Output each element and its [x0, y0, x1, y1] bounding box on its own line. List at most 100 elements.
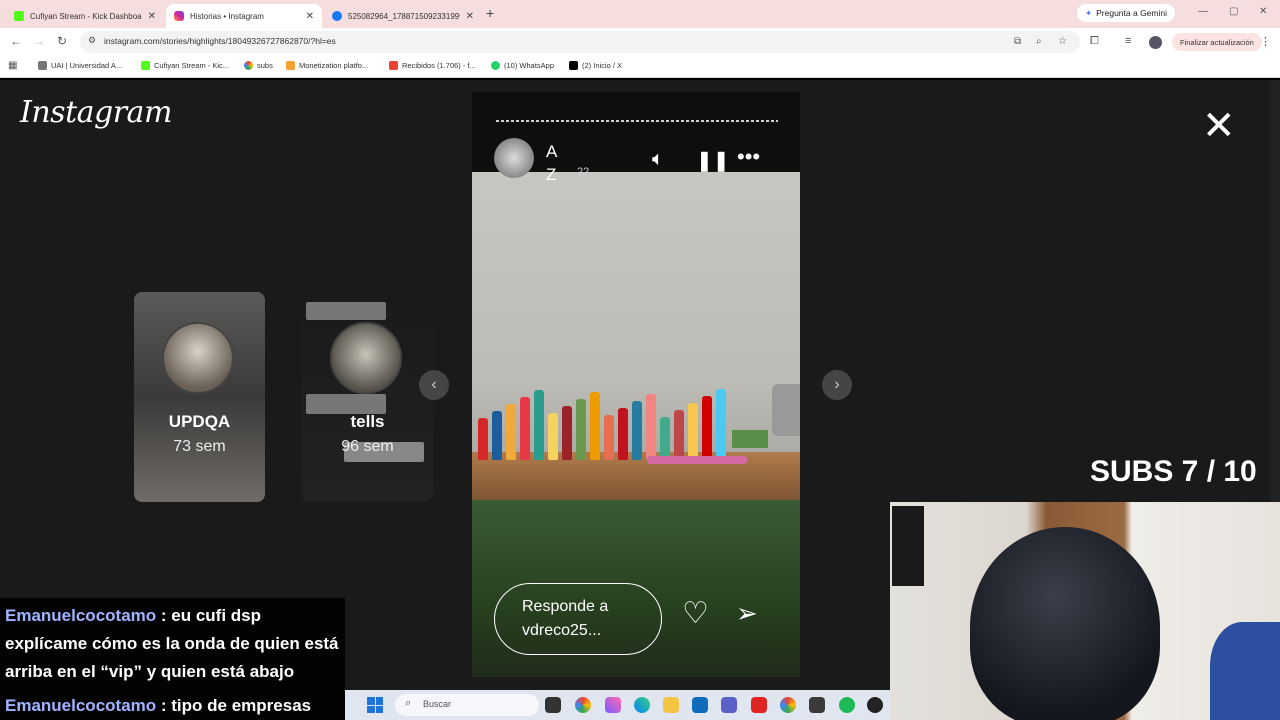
extensions-icon[interactable]: ⧠ [1090, 35, 1099, 48]
close-window-icon[interactable]: ✕ [1259, 6, 1267, 17]
site-info-icon[interactable]: ⚙ [88, 35, 96, 46]
chat-username: Emanuelcocotamo [5, 606, 157, 625]
bookmark-x[interactable]: (2) Inicio / X [569, 61, 622, 70]
kick-icon [14, 11, 24, 21]
app-icon[interactable] [751, 697, 767, 713]
profile-avatar[interactable] [1149, 36, 1162, 49]
previous-story-arrow-icon[interactable]: ‹ [419, 370, 449, 400]
next-story-arrow-icon[interactable]: › [822, 370, 852, 400]
subs-counter: SUBS 7 / 10 [1090, 455, 1257, 488]
gemini-sparkle-icon: ✦ [1085, 7, 1093, 18]
url-text[interactable]: instagram.com/stories/highlights/1804932… [104, 36, 336, 46]
share-send-icon[interactable]: ➢ [736, 598, 758, 629]
apps-grid-icon[interactable]: ▦ [8, 60, 17, 71]
task-view-icon[interactable] [545, 697, 561, 713]
highlight-thumbnail[interactable]: UPDQA 73 sem [134, 292, 265, 502]
highlight-time: 96 sem [341, 438, 394, 455]
spotify-icon[interactable] [839, 697, 855, 713]
obs-icon[interactable] [809, 697, 825, 713]
chat-username: Emanuelcocotamo [5, 696, 157, 715]
story-viewer[interactable]: A Z 22 🔈︎ ❚❚ ••• Responde a vdreco25... … [472, 92, 800, 677]
screenshot-card [306, 394, 386, 414]
highlight-avatar [162, 322, 234, 394]
webcam-streamer [970, 527, 1160, 720]
tab-title: Cufiyan Stream - Kick Dashboard [30, 11, 142, 21]
story-photo-bottle [492, 411, 502, 460]
story-photo-bottle [646, 394, 656, 460]
instagram-logo[interactable]: Instagram [20, 95, 172, 130]
back-icon[interactable]: ← [10, 34, 22, 48]
forward-icon[interactable]: → [33, 34, 45, 48]
close-tab-icon[interactable]: ✕ [148, 11, 156, 22]
new-tab-button[interactable]: + [486, 5, 494, 21]
app-icon[interactable] [867, 697, 883, 713]
more-options-icon[interactable]: ••• [737, 144, 760, 170]
browser-menu-icon[interactable]: ⋮ [1260, 35, 1271, 48]
bookmark-star-icon[interactable]: ☆ [1058, 36, 1067, 47]
kick-icon [141, 61, 150, 70]
reply-input[interactable]: Responde a vdreco25... [494, 583, 662, 655]
like-heart-icon[interactable]: ♡ [682, 596, 709, 631]
story-username[interactable]: A Z [546, 140, 560, 186]
story-photo-bottle [688, 403, 698, 460]
story-photo-bottle [534, 390, 544, 460]
story-photo-bottle [548, 413, 558, 460]
story-photo-bottle [660, 417, 670, 460]
tab-title: 525082964_1788715092331999 [348, 11, 460, 21]
google-icon [244, 61, 253, 70]
bookmark-whatsapp[interactable]: (10) WhatsApp [491, 61, 554, 70]
highlight-name: UPDQA [168, 412, 231, 431]
story-photo-bottle [520, 397, 530, 460]
chat-message: Emanuelcocotamo : tipo de empresas [5, 692, 340, 720]
story-photo-pot [772, 384, 800, 436]
teams-icon[interactable] [721, 697, 737, 713]
tab-title: Historias • Instagram [190, 11, 264, 21]
windows-start-icon[interactable] [367, 697, 383, 713]
taskbar-search[interactable]: ⌕ Buscar [395, 694, 539, 716]
chat-overlay: Emanuelcocotamo : tipo de empresas [0, 690, 345, 720]
story-username-line: A [546, 142, 558, 161]
bookmark-monetization[interactable]: Monetization platfo... [286, 61, 368, 70]
close-tab-icon[interactable]: ✕ [306, 11, 314, 22]
bookmark-kick[interactable]: Cufiyan Stream - Kic... [141, 61, 229, 70]
reload-icon[interactable]: ↻ [57, 34, 67, 48]
close-tab-icon[interactable]: ✕ [466, 11, 474, 22]
copilot-icon[interactable] [605, 697, 621, 713]
bookmark-gmail[interactable]: Recibidos (1.706) - f... [389, 61, 476, 70]
omnibox[interactable]: ⚙ instagram.com/stories/highlights/18049… [80, 31, 1080, 53]
maximize-icon[interactable]: ▢ [1229, 6, 1238, 17]
bookmark-subs[interactable]: subs [244, 61, 273, 70]
tab-facebook-image[interactable]: 525082964_1788715092331999 ✕ [324, 4, 482, 28]
highlight-name: tells [350, 412, 385, 431]
zoom-icon[interactable]: ⌕ [1036, 36, 1042, 47]
outlook-icon[interactable] [692, 697, 708, 713]
highlight-thumbnail[interactable]: tells 96 sem [302, 292, 433, 502]
bookmark-uai[interactable]: UAI | Universidad A... [38, 61, 122, 70]
file-explorer-icon[interactable] [663, 697, 679, 713]
install-app-icon[interactable]: ⧉ [1014, 36, 1021, 47]
chat-message: Emanuelcocotamo : eu cufi dsp explícame … [5, 602, 340, 686]
webcam-feed [890, 502, 1280, 720]
gemini-button[interactable]: ✦ Pregunta a Gemini [1077, 4, 1175, 22]
story-user-avatar[interactable] [494, 138, 534, 178]
tab-kick-dashboard[interactable]: Cufiyan Stream - Kick Dashboard ✕ [6, 4, 164, 28]
chat-overlay: Emanuelcocotamo : eu cufi dsp explícame … [0, 598, 345, 690]
story-photo-straws [647, 456, 747, 464]
pause-icon[interactable]: ❚❚ [696, 148, 730, 173]
chrome-icon[interactable] [780, 697, 796, 713]
tab-instagram-stories[interactable]: Historias • Instagram ✕ [166, 4, 322, 28]
highlight-avatar [330, 322, 402, 394]
update-button[interactable]: Finalizar actualización [1172, 33, 1262, 51]
story-username-line: Z [546, 165, 557, 184]
shield-icon [38, 61, 47, 70]
close-stories-icon[interactable]: ✕ [1202, 106, 1236, 146]
reading-list-icon[interactable]: ≡ [1125, 35, 1131, 47]
minimize-icon[interactable]: — [1198, 6, 1208, 17]
person-icon [286, 61, 295, 70]
story-photo-bottle [478, 418, 488, 460]
taskbar-search-placeholder: Buscar [423, 699, 452, 709]
chrome-icon[interactable] [575, 697, 591, 713]
story-photo-bottle [618, 408, 628, 460]
edge-icon[interactable] [634, 697, 650, 713]
volume-icon[interactable]: 🔈︎ [652, 148, 664, 171]
